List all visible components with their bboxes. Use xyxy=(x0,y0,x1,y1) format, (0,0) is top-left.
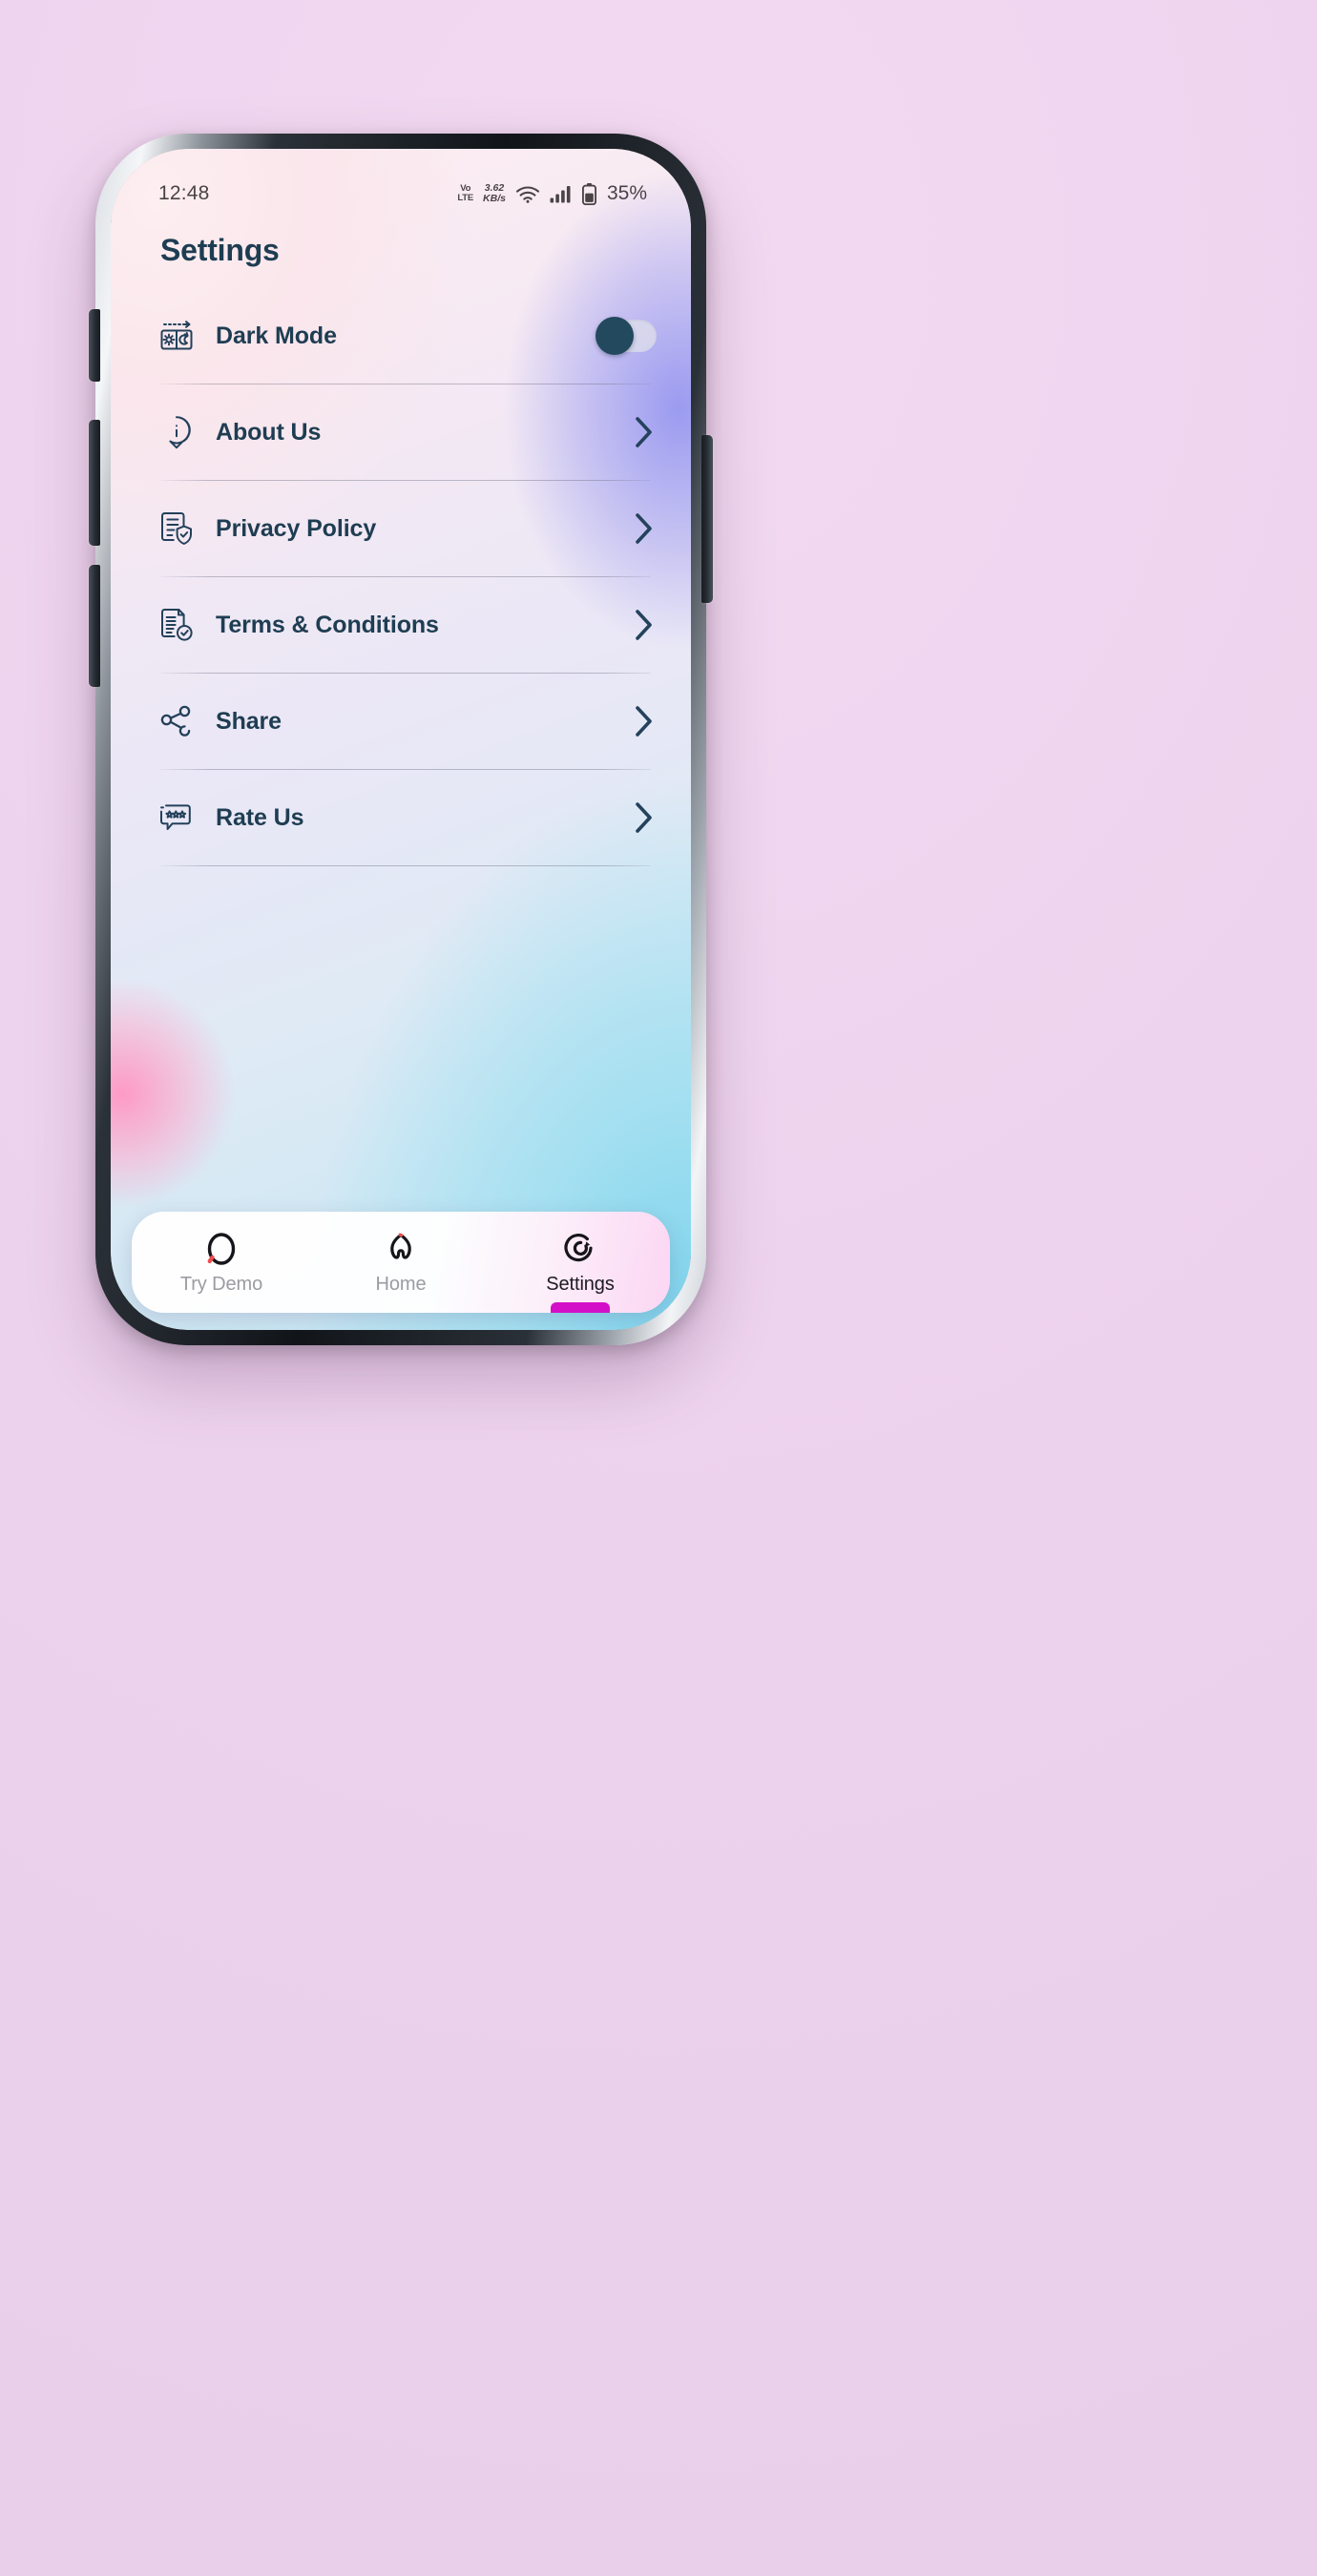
nav-tab-home[interactable]: Home xyxy=(311,1212,491,1313)
status-bar: 12:48 Vo LTE 3.62 KB/s 35% xyxy=(111,174,691,214)
document-check-icon xyxy=(155,607,199,643)
phone-screen: 12:48 Vo LTE 3.62 KB/s 35% Settings Dark… xyxy=(111,149,691,1330)
settings-spiral-icon xyxy=(563,1230,597,1268)
chevron-right-icon xyxy=(632,606,657,644)
settings-row-label: Share xyxy=(216,707,282,735)
settings-row-label: Terms & Conditions xyxy=(216,611,439,638)
chevron-right-icon xyxy=(632,702,657,740)
settings-row-dark-mode[interactable]: Dark Mode xyxy=(111,288,691,384)
power-button[interactable] xyxy=(701,435,713,603)
nav-tab-label: Try Demo xyxy=(179,1273,263,1295)
mute-switch-button[interactable] xyxy=(89,309,100,382)
phone-bezel: 12:48 Vo LTE 3.62 KB/s 35% Settings Dark… xyxy=(111,149,691,1330)
status-clock: 12:48 xyxy=(158,182,210,204)
volume-down-button[interactable] xyxy=(89,565,100,687)
network-speed-indicator: 3.62 KB/s xyxy=(483,182,506,204)
settings-row-privacy-policy[interactable]: Privacy Policy xyxy=(111,481,691,576)
info-bubble-icon xyxy=(155,415,199,449)
bottom-navigation-bar: Try Demo Home Settings xyxy=(132,1212,670,1313)
nav-active-indicator xyxy=(551,1302,610,1313)
settings-row-label: Dark Mode xyxy=(216,322,337,349)
dark-mode-icon xyxy=(155,320,199,352)
rate-stars-icon xyxy=(155,802,199,833)
dark-mode-toggle[interactable] xyxy=(596,317,657,355)
page-title: Settings xyxy=(160,233,280,267)
nav-tab-label: Settings xyxy=(546,1273,615,1295)
settings-row-about-us[interactable]: About Us xyxy=(111,384,691,480)
settings-row-terms-conditions[interactable]: Terms & Conditions xyxy=(111,577,691,673)
row-divider xyxy=(160,865,651,866)
chevron-right-icon xyxy=(632,799,657,837)
nav-tab-settings[interactable]: Settings xyxy=(491,1212,670,1313)
battery-percentage: 35% xyxy=(606,182,647,204)
toggle-knob xyxy=(596,317,634,355)
network-speed-unit: KB/s xyxy=(483,193,506,204)
phone-device-frame: 12:48 Vo LTE 3.62 KB/s 35% Settings Dark… xyxy=(89,134,713,1345)
volume-up-button[interactable] xyxy=(89,420,100,546)
volte-bottom-text: LTE xyxy=(457,193,474,203)
settings-row-share[interactable]: Share xyxy=(111,674,691,769)
chevron-right-icon xyxy=(632,413,657,451)
settings-row-rate-us[interactable]: Rate Us xyxy=(111,770,691,865)
settings-row-label: Rate Us xyxy=(216,803,304,831)
cellular-signal-icon xyxy=(550,185,571,202)
volte-icon: Vo LTE xyxy=(457,184,473,202)
wifi-icon xyxy=(515,185,540,203)
home-icon xyxy=(386,1230,416,1268)
chevron-right-icon xyxy=(632,509,657,548)
battery-icon xyxy=(581,182,596,205)
document-shield-icon xyxy=(155,510,199,547)
nav-tab-try-demo[interactable]: Try Demo xyxy=(132,1212,311,1313)
nav-tab-label: Home xyxy=(375,1273,427,1295)
status-indicators: Vo LTE 3.62 KB/s 35% xyxy=(457,182,647,205)
settings-row-label: About Us xyxy=(216,418,322,446)
share-nodes-icon xyxy=(155,704,199,738)
settings-list: Dark Mode About Us Privacy Policy Terms … xyxy=(111,288,691,866)
settings-row-label: Privacy Policy xyxy=(216,514,377,542)
demo-ring-icon xyxy=(204,1230,239,1268)
